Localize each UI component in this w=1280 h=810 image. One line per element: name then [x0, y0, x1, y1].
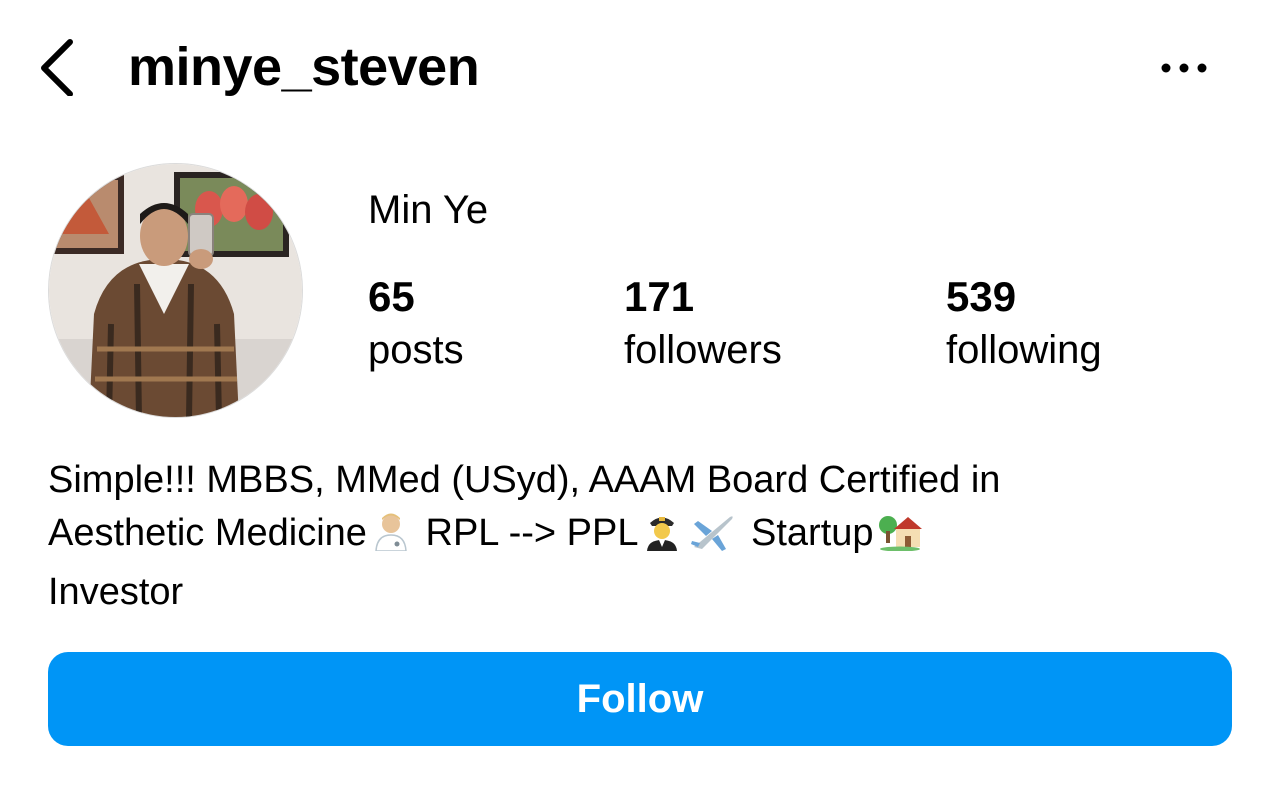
bio-line-3: Investor [48, 571, 184, 613]
more-horizontal-icon [1161, 63, 1207, 73]
follow-button[interactable]: Follow [48, 652, 1232, 746]
followers-stat[interactable]: 171 followers [624, 272, 782, 376]
chevron-left-icon [41, 39, 73, 97]
more-options-button[interactable] [1156, 52, 1212, 84]
following-label: following [946, 328, 1102, 372]
profile-full-name: Min Ye [368, 188, 489, 232]
bio-text-startup: Startup [740, 512, 874, 554]
followers-label: followers [624, 328, 782, 372]
profile-bio: Simple!!! MBBS, MMed (USyd), AAAM Board … [48, 454, 1228, 619]
profile-username: minye_steven [128, 37, 480, 97]
health-worker-emoji [371, 511, 411, 566]
posts-label: posts [368, 328, 464, 372]
house-with-garden-emoji [878, 511, 922, 566]
profile-page: minye_steven Min Ye 65 posts 171 followe… [0, 0, 1280, 810]
bio-text-aesthetic-medicine: Aesthetic Medicine [48, 512, 367, 554]
avatar[interactable] [48, 163, 303, 418]
posts-stat[interactable]: 65 posts [368, 272, 464, 376]
back-button[interactable] [36, 36, 80, 97]
following-stat[interactable]: 539 following [946, 272, 1102, 376]
profile-photo [49, 164, 302, 417]
bio-line-1: Simple!!! MBBS, MMed (USyd), AAAM Board … [48, 459, 1001, 501]
bio-text-rpl-ppl: RPL --> PPL [414, 512, 639, 554]
following-count: 539 [946, 273, 1017, 320]
followers-count: 171 [624, 273, 695, 320]
airplane-emoji [690, 511, 736, 566]
bio-line-2: Aesthetic Medicine RPL --> PPL Startup [48, 507, 1228, 566]
pilot-emoji [642, 511, 682, 566]
posts-count: 65 [368, 273, 415, 320]
